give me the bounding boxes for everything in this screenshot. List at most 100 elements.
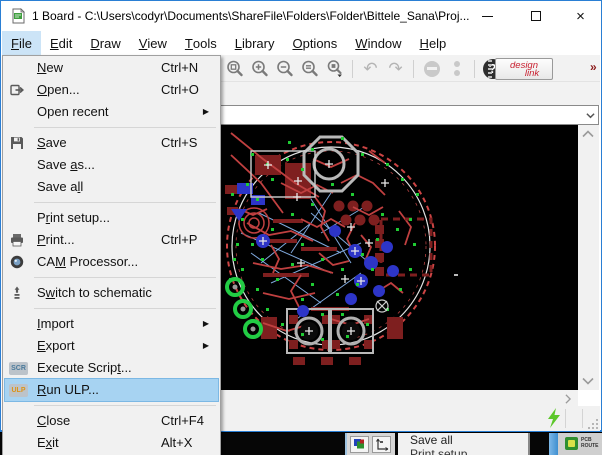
menu-item-label: Open recent: [37, 104, 109, 119]
menubar-help[interactable]: Help: [411, 31, 456, 55]
redo-icon[interactable]: ↷: [386, 59, 406, 79]
menu-icon-gutter: [9, 316, 33, 332]
title-bar[interactable]: 1 Board - C:\Users\codyr\Documents\Share…: [1, 1, 601, 31]
menu-item-label: Export: [37, 338, 75, 353]
desktop: Save all Print setup... PCB ROUTE 1 Boar…: [0, 0, 602, 455]
menubar-draw[interactable]: Draw: [81, 31, 129, 55]
scr-badge-icon: SCR: [9, 362, 28, 375]
submenu-arrow-icon: ▶: [203, 335, 209, 357]
combo-dropdown-icon[interactable]: [586, 111, 595, 120]
window-title: 1 Board - C:\Users\codyr\Documents\Share…: [32, 9, 470, 23]
save-icon: [9, 135, 33, 151]
toolbar-drag-handle[interactable]: [488, 60, 492, 78]
resize-grip[interactable]: [587, 418, 599, 430]
menu-icon-gutter: [9, 435, 33, 451]
menu-icon-gutter: [9, 338, 33, 354]
maximize-button[interactable]: [513, 1, 558, 31]
menu-item-shortcut: Ctrl+O: [161, 79, 199, 101]
file-menu-dropdown: NewCtrl+NOpen...Ctrl+OOpen recent▶SaveCt…: [2, 55, 221, 455]
menu-item-label: New: [37, 60, 63, 75]
menu-item-export[interactable]: Export ▶: [5, 335, 218, 357]
submenu-arrow-icon: ▶: [203, 101, 209, 123]
menu-item-label: Import: [37, 316, 74, 331]
toolbar-separator: [413, 60, 414, 78]
pcb-route-logo-text: PCB ROUTE: [581, 437, 602, 449]
design-link-button[interactable]: design link: [495, 58, 553, 80]
menu-separator: [34, 202, 216, 203]
menu-item-label: Run ULP...: [37, 382, 99, 397]
menu-separator: [34, 308, 216, 309]
menu-item-label: Save all: [37, 179, 83, 194]
menu-item-print-setup[interactable]: Print setup...: [5, 207, 218, 229]
menu-item-label: CAM Processor...: [37, 254, 138, 269]
menu-separator: [34, 127, 216, 128]
zoom-in-icon[interactable]: [250, 59, 270, 79]
print-icon: [9, 232, 33, 248]
vertical-scrollbar[interactable]: [578, 125, 599, 390]
menu-item-save-as[interactable]: Save as...: [5, 154, 218, 176]
menu-item-open[interactable]: Open... Ctrl+O: [5, 79, 218, 101]
menu-item-save[interactable]: SaveCtrl+S: [5, 132, 218, 154]
menu-item-label: Exit: [37, 435, 59, 450]
toolbar-separator: [474, 60, 475, 78]
scroll-down-icon[interactable]: [582, 377, 594, 385]
menu-item-shortcut: Ctrl+P: [161, 229, 197, 251]
menu-icon-gutter: [9, 179, 33, 195]
menu-item-cam-processor[interactable]: CAM Processor...: [5, 251, 218, 273]
toolbar-overflow-chevron[interactable]: »: [590, 60, 597, 74]
menubar-library[interactable]: Library: [226, 31, 284, 55]
menu-icon-gutter: [9, 210, 33, 226]
menubar-tools[interactable]: Tools: [176, 31, 226, 55]
menu-item-close[interactable]: Close Ctrl+F4: [5, 410, 218, 432]
zoom-exact-icon[interactable]: [300, 59, 320, 79]
undo-icon[interactable]: ↶: [361, 59, 381, 79]
grid-icon: [372, 436, 391, 453]
menu-item-label: Save: [37, 135, 67, 150]
menu-item-label: Open...: [37, 82, 80, 97]
display-layers-icon: [350, 436, 369, 453]
submenu-arrow-icon: ▶: [203, 313, 209, 335]
menu-separator: [34, 405, 216, 406]
toolbar-separator: [352, 60, 353, 78]
menu-item-execute-script[interactable]: SCRExecute Script...: [5, 357, 218, 379]
background-file-menu: Save all Print setup...: [398, 433, 530, 455]
menubar-view[interactable]: View: [130, 31, 176, 55]
menu-item-label: Save as...: [37, 157, 95, 172]
menu-item-switch-to-schematic[interactable]: Switch to schematic: [5, 282, 218, 304]
menu-item-import[interactable]: Import ▶: [5, 313, 218, 335]
minimize-button[interactable]: [465, 1, 510, 31]
scr-badge: SCR: [9, 360, 33, 376]
menu-item-shortcut: Ctrl+F4: [161, 410, 204, 432]
background-blue-bar: [549, 433, 558, 455]
zoom-out-icon[interactable]: [275, 59, 295, 79]
menu-bar: FileEditDrawViewToolsLibraryOptionsWindo…: [2, 31, 600, 55]
menu-icon-gutter: [9, 413, 33, 429]
pcb-route-logo-icon: [565, 437, 578, 450]
menubar-file[interactable]: File: [2, 31, 41, 55]
menu-icon-gutter: [9, 60, 33, 76]
menu-item-run-ulp[interactable]: ULPRun ULP...: [5, 379, 218, 401]
menu-item-save-all[interactable]: Save all: [5, 176, 218, 198]
menu-item-label: Close: [37, 413, 70, 428]
scroll-up-icon[interactable]: [582, 130, 594, 138]
zoom-fit-icon[interactable]: [225, 59, 245, 79]
scroll-right-icon[interactable]: [564, 394, 572, 404]
menu-item-new[interactable]: NewCtrl+N: [5, 57, 218, 79]
menu-item-label: Switch to schematic: [37, 285, 152, 300]
open-icon: [9, 82, 33, 98]
menu-icon-gutter: [9, 157, 33, 173]
background-toolbar: [345, 433, 395, 455]
menubar-options[interactable]: Options: [283, 31, 346, 55]
brd-file-icon: [10, 8, 26, 24]
menu-item-label: Print setup...: [37, 210, 110, 225]
menubar-edit[interactable]: Edit: [41, 31, 81, 55]
traffic-light-icon[interactable]: [447, 59, 467, 79]
menu-item-open-recent[interactable]: Open recent ▶: [5, 101, 218, 123]
menu-item-exit[interactable]: ExitAlt+X: [5, 432, 218, 454]
stop-icon[interactable]: [422, 59, 442, 79]
zoom-select-dropdown-icon[interactable]: [325, 59, 345, 79]
menubar-window[interactable]: Window: [346, 31, 410, 55]
drc-lightning-icon: [547, 408, 561, 428]
close-button[interactable]: ×: [558, 1, 602, 31]
menu-item-print[interactable]: Print...Ctrl+P: [5, 229, 218, 251]
